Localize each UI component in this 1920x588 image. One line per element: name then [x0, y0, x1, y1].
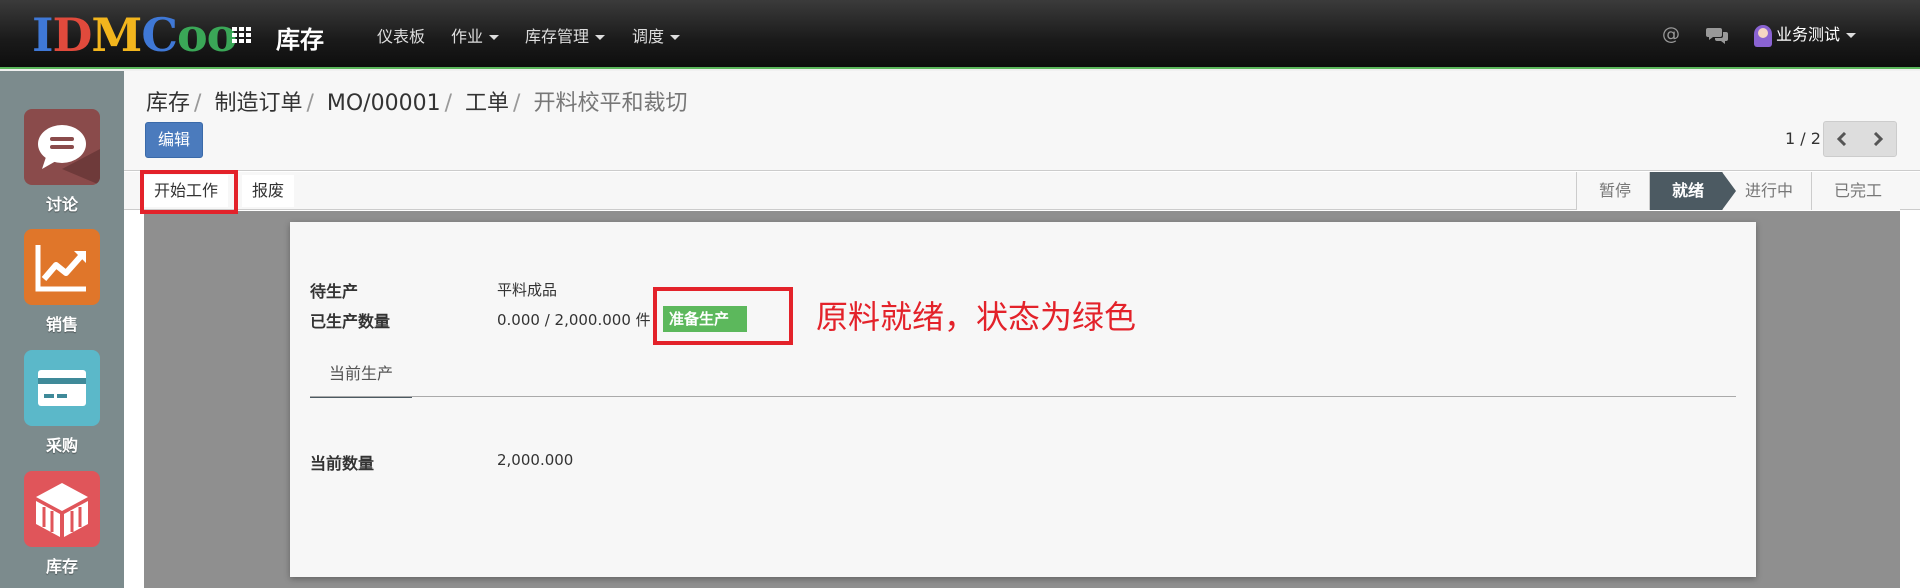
- top-navbar: IDMCoo 库存 仪表板 作业 库存管理 调度 @ 业务测试: [0, 0, 1920, 69]
- breadcrumb-separator: /: [444, 91, 452, 116]
- sidebar-label: 采购: [45, 436, 78, 455]
- tab-divider: [310, 396, 1736, 397]
- logo-letter: o: [176, 8, 208, 62]
- logo-letter: C: [141, 8, 178, 62]
- breadcrumb: 库存 / 制造订单 / MO/00001/ 工单 / 开料校平和裁切: [146, 85, 687, 117]
- menu-label: 库存管理: [525, 27, 590, 46]
- breadcrumb-link[interactable]: 库存: [146, 91, 190, 116]
- to-produce-label: 待生产: [310, 282, 359, 301]
- credit-card-icon: [24, 350, 100, 426]
- pager-buttons: [1823, 121, 1897, 157]
- breadcrumb-link[interactable]: 工单: [465, 91, 509, 116]
- stage-done[interactable]: 已完工: [1810, 172, 1900, 210]
- trend-chart-icon: [24, 229, 100, 305]
- caret-down-icon: [670, 35, 681, 40]
- grid-icon[interactable]: [232, 27, 252, 43]
- current-qty-value[interactable]: 2,000.000: [497, 451, 573, 469]
- breadcrumb-current: 开料校平和裁切: [533, 91, 688, 116]
- stage-pipeline: 暂停 就绪 进行中 已完工: [1575, 172, 1900, 210]
- edit-button[interactable]: 编辑: [145, 122, 203, 158]
- produced-qty-value: 0.000 / 2,000.000 件: [497, 311, 651, 329]
- avatar: [1754, 24, 1772, 47]
- annotation-text: 原料就绪，状态为绿色: [816, 298, 1137, 336]
- chat-icon[interactable]: [1706, 26, 1728, 49]
- breadcrumb-link[interactable]: 制造订单: [214, 91, 302, 116]
- menu-inventory-management[interactable]: 库存管理: [525, 23, 606, 47]
- chevron-left-icon[interactable]: [1824, 122, 1860, 156]
- caret-down-icon: [595, 35, 606, 40]
- tab-current-production[interactable]: 当前生产: [310, 352, 412, 398]
- caret-down-icon: [1846, 33, 1857, 38]
- highlight-box-status-badge: [653, 287, 793, 345]
- menu-label: 调度: [632, 27, 665, 46]
- app-title: 库存: [276, 26, 324, 54]
- mention-icon[interactable]: @: [1662, 24, 1680, 45]
- logo-letter: I: [32, 8, 54, 62]
- sidebar-item-sales[interactable]: 销售: [24, 229, 100, 335]
- menu-label: 作业: [451, 27, 484, 46]
- highlight-box-start-work: [140, 170, 238, 214]
- caret-down-icon: [489, 35, 500, 40]
- breadcrumb-separator: /: [513, 91, 521, 116]
- user-menu[interactable]: 业务测试: [1754, 21, 1857, 47]
- logo-letter: M: [91, 8, 142, 62]
- logo-letter: D: [52, 8, 93, 62]
- warehouse-icon: [24, 471, 100, 547]
- logo[interactable]: IDMCoo: [32, 8, 237, 62]
- sidebar-item-inventory[interactable]: 库存: [24, 471, 100, 577]
- menu-label: 仪表板: [377, 27, 426, 46]
- menu-scheduling[interactable]: 调度: [632, 23, 681, 47]
- sidebar-label: 库存: [45, 557, 78, 576]
- sidebar-label: 销售: [45, 315, 78, 334]
- sidebar-item-discuss[interactable]: 讨论: [24, 109, 100, 215]
- chevron-right-icon[interactable]: [1860, 122, 1896, 156]
- produced-qty-label: 已生产数量: [310, 312, 391, 331]
- sidebar-item-purchase[interactable]: 采购: [24, 350, 100, 456]
- breadcrumb-separator: /: [194, 91, 202, 116]
- control-panel: 库存 / 制造订单 / MO/00001/ 工单 / 开料校平和裁切 编辑 1 / 2: [124, 71, 1920, 171]
- stage-paused[interactable]: 暂停: [1575, 172, 1649, 210]
- breadcrumb-separator: /: [306, 91, 314, 116]
- menu-dashboard[interactable]: 仪表板: [377, 23, 425, 47]
- menu-operations[interactable]: 作业: [451, 23, 500, 47]
- user-name: 业务测试: [1776, 25, 1841, 44]
- sidebar: 讨论 销售 采购 库存: [0, 71, 124, 588]
- status-bar: 开始工作 报废 暂停 就绪 进行中 已完工: [124, 172, 1920, 210]
- scrap-button[interactable]: 报废: [242, 175, 295, 207]
- form-sheet: 待生产 平料成品 已生产数量 0.000 / 2,000.000 件 准备生产 …: [290, 222, 1756, 577]
- chat-bubble-icon: [24, 109, 100, 185]
- breadcrumb-link[interactable]: MO/00001: [327, 91, 441, 116]
- current-qty-label: 当前数量: [310, 454, 375, 473]
- stage-ready[interactable]: 就绪: [1648, 172, 1736, 210]
- pager-counter: 1 / 2: [1785, 129, 1821, 148]
- sidebar-label: 讨论: [45, 195, 78, 214]
- to-produce-value[interactable]: 平料成品: [497, 279, 557, 300]
